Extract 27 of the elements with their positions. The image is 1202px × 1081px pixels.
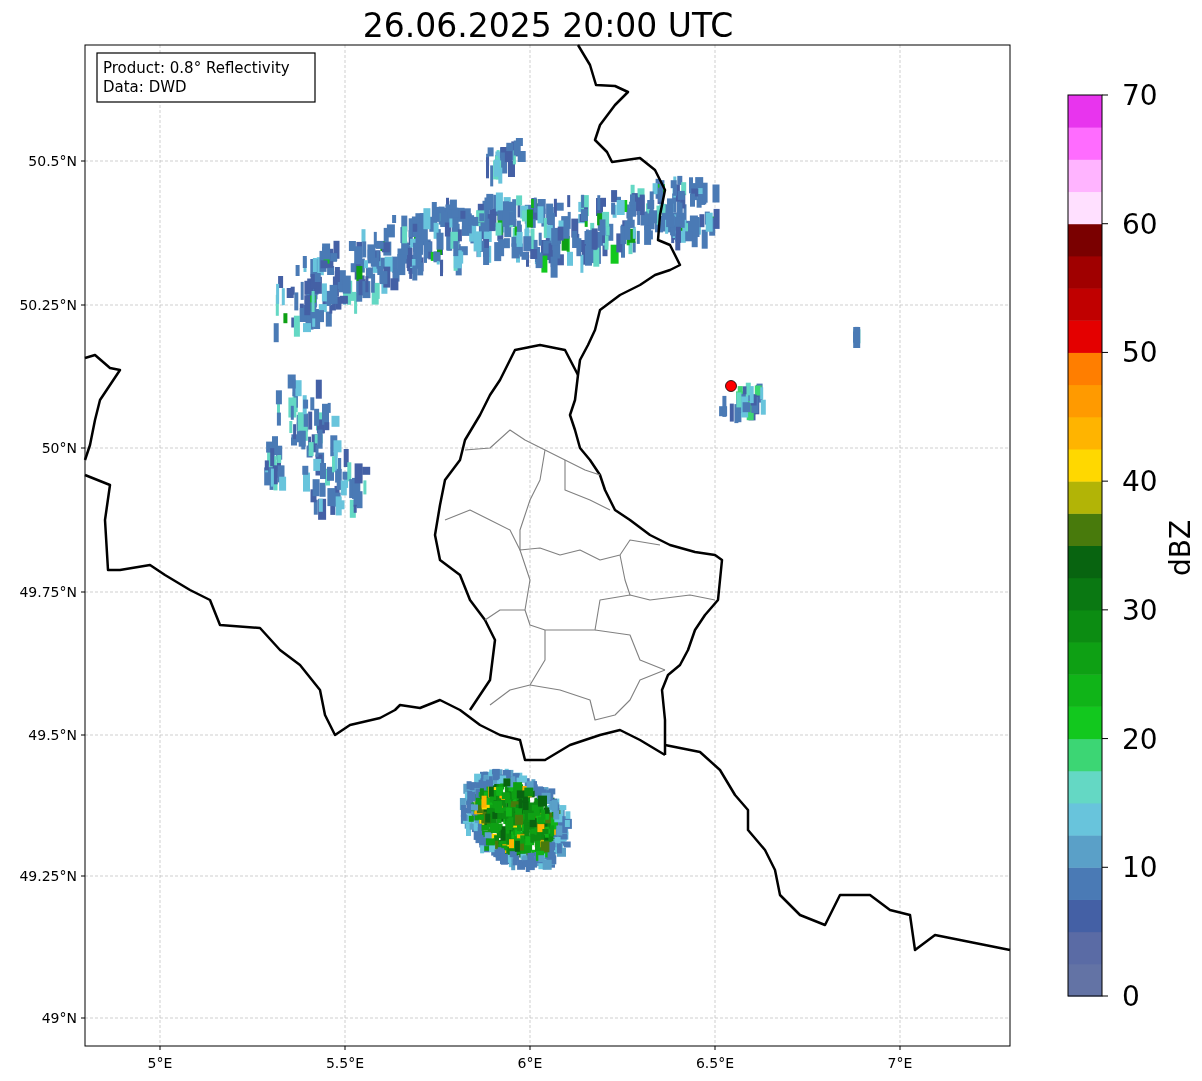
colorbar-tick-label: 0 [1122,980,1140,1013]
axis-tick-label: 7°E [887,1055,913,1071]
axis-tick-label: 5.5°E [325,1055,365,1071]
colorbar-tick-label: 60 [1122,207,1158,241]
colorbar-tick-label: 50 [1122,336,1158,370]
radar-echo [719,382,766,424]
station-marker [725,380,737,392]
axis-tick-label: 6.5°E [695,1055,735,1071]
radar-echo [853,326,861,348]
colorbar-tick-label: 30 [1122,593,1158,627]
colorbar-tick-label: 40 [1122,465,1158,499]
axis-tick-label: 49.75°N [19,584,77,600]
info-text: Product: 0.8° Reflectivity [103,59,290,77]
info-text: Data: DWD [103,78,187,96]
axis-tick-label: 49.25°N [19,868,77,884]
axis-tick-label: 49°N [41,1010,77,1026]
axis-tick-label: 50.25°N [19,297,77,313]
colorbar-tick-label: 10 [1122,851,1158,885]
axis-tick-label: 6°E [517,1055,543,1071]
colorbar-tick-label: 70 [1122,79,1158,112]
colorbar-tick-label: 20 [1122,722,1158,756]
colorbar-label: dBZ [1164,519,1197,577]
chart-title: 26.06.2025 20:00 UTC [362,6,734,45]
axis-tick-label: 50°N [41,440,77,456]
axis-tick-label: 50.5°N [28,153,77,169]
axis-tick-label: 49.5°N [28,727,77,743]
axis-tick-label: 5°E [147,1055,173,1071]
